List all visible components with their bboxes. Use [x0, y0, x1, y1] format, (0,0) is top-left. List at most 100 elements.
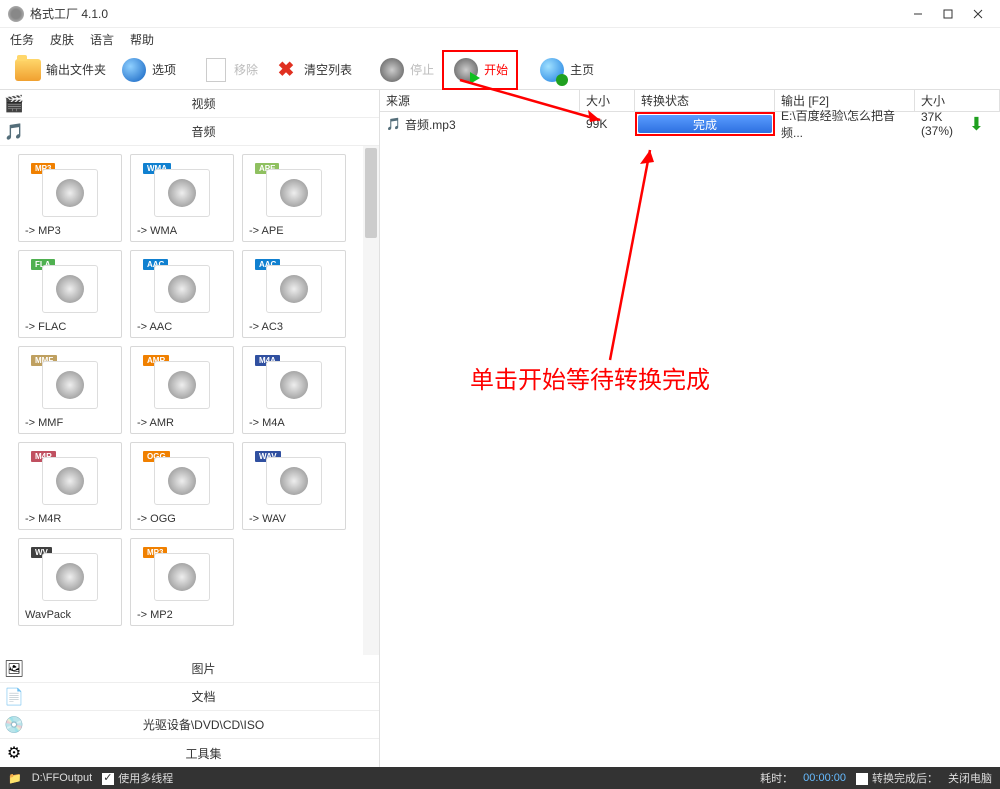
format-icon: [154, 553, 210, 601]
format-amr[interactable]: AMR-> AMR: [130, 346, 234, 434]
after-convert-value[interactable]: 关闭电脑: [948, 770, 992, 786]
format-label: -> M4R: [23, 513, 117, 525]
category-document-label: 文档: [28, 688, 379, 705]
format-ape[interactable]: APE-> APE: [242, 154, 346, 242]
app-icon: [8, 6, 24, 22]
format-icon: [154, 169, 210, 217]
format-label: -> AAC: [135, 321, 229, 333]
options-icon: [120, 56, 148, 84]
format-wma[interactable]: WMA-> WMA: [130, 154, 234, 242]
output-folder-button[interactable]: 输出文件夹: [8, 54, 112, 86]
folder-icon: [14, 56, 42, 84]
annotation-text: 单击开始等待转换完成: [470, 360, 710, 395]
format-icon: [266, 265, 322, 313]
row-rsize: 37K (37%): [921, 110, 965, 138]
category-image-label: 图片: [28, 660, 379, 677]
format-label: -> WMA: [135, 225, 229, 237]
elapsed-value: 00:00:00: [803, 772, 846, 784]
format-icon: [42, 169, 98, 217]
stop-button[interactable]: 停止: [372, 54, 440, 86]
title-bar: 格式工厂 4.1.0: [0, 0, 1000, 28]
category-document[interactable]: 📄 文档: [0, 683, 379, 711]
format-icon: [266, 169, 322, 217]
audio-icon: 🎵: [0, 122, 28, 142]
disc-icon: 💿: [0, 715, 28, 735]
category-audio[interactable]: 🎵 音频: [0, 118, 379, 146]
clear-list-button[interactable]: ✖ 清空列表: [266, 54, 358, 86]
options-label: 选项: [152, 61, 176, 78]
stop-label: 停止: [410, 61, 434, 78]
format-icon: [266, 457, 322, 505]
format-flac[interactable]: FLA-> FLAC: [18, 250, 122, 338]
format-icon: [154, 457, 210, 505]
home-label: 主页: [570, 61, 594, 78]
format-icon: [154, 361, 210, 409]
remove-label: 移除: [234, 61, 258, 78]
format-wavpack[interactable]: WVWavPack: [18, 538, 122, 626]
multithread-checkbox[interactable]: ✓使用多线程: [102, 770, 173, 786]
format-label: -> M4A: [247, 417, 341, 429]
category-image[interactable]: 🖼 图片: [0, 655, 379, 683]
format-ogg[interactable]: OGG-> OGG: [130, 442, 234, 530]
output-path[interactable]: D:\FFOutput: [32, 772, 93, 784]
format-label: -> MP3: [23, 225, 117, 237]
category-video[interactable]: 🎬 视频: [0, 90, 379, 118]
format-m4a[interactable]: M4A-> M4A: [242, 346, 346, 434]
video-icon: 🎬: [0, 94, 28, 114]
format-grid-container: MP3-> MP3WMA-> WMAAPE-> APEFLA-> FLACAAC…: [0, 146, 379, 655]
scrollbar[interactable]: [363, 146, 379, 655]
category-tools[interactable]: ⚙ 工具集: [0, 739, 379, 767]
scrollbar-thumb[interactable]: [365, 148, 377, 238]
format-mp2[interactable]: MP3-> MP2: [130, 538, 234, 626]
down-arrow-icon: ⬇: [969, 114, 984, 135]
annotation-arrow-2: [610, 150, 670, 380]
menu-skin[interactable]: 皮肤: [50, 31, 74, 48]
tools-icon: ⚙: [0, 743, 28, 763]
document-icon: 📄: [0, 687, 28, 707]
options-button[interactable]: 选项: [114, 54, 182, 86]
format-label: -> OGG: [135, 513, 229, 525]
menu-task[interactable]: 任务: [10, 31, 34, 48]
category-tools-label: 工具集: [28, 745, 379, 762]
format-icon: [266, 361, 322, 409]
file-icon: 🎵: [386, 117, 401, 131]
format-wav[interactable]: WAV-> WAV: [242, 442, 346, 530]
window-title: 格式工厂 4.1.0: [30, 5, 904, 22]
format-icon: [154, 265, 210, 313]
format-label: -> APE: [247, 225, 341, 237]
format-label: WavPack: [23, 609, 117, 621]
format-label: -> WAV: [247, 513, 341, 525]
row-output: E:\百度经验\怎么把音频...: [781, 107, 909, 141]
category-video-label: 视频: [28, 95, 379, 112]
format-ac3[interactable]: AAC-> AC3: [242, 250, 346, 338]
clear-list-label: 清空列表: [304, 61, 352, 78]
format-m4r[interactable]: M4R-> M4R: [18, 442, 122, 530]
stop-icon: [378, 56, 406, 84]
content-area: 🎬 视频 🎵 音频 MP3-> MP3WMA-> WMAAPE-> APE FLA…: [0, 90, 1000, 767]
menu-language[interactable]: 语言: [90, 31, 114, 48]
menu-bar: 任务 皮肤 语言 帮助: [0, 28, 1000, 50]
sidebar: 🎬 视频 🎵 音频 MP3-> MP3WMA-> WMAAPE-> APE FLA…: [0, 90, 380, 767]
category-disc[interactable]: 💿 光驱设备\DVD\CD\ISO: [0, 711, 379, 739]
format-aac[interactable]: AAC-> AAC: [130, 250, 234, 338]
after-convert-checkbox[interactable]: 转换完成后：: [856, 770, 938, 786]
format-label: -> MMF: [23, 417, 117, 429]
start-label: 开始: [484, 61, 508, 78]
format-label: -> FLAC: [23, 321, 117, 333]
menu-help[interactable]: 帮助: [130, 31, 154, 48]
minimize-button[interactable]: [904, 4, 932, 24]
remove-button[interactable]: 移除: [196, 54, 264, 86]
category-audio-label: 音频: [28, 123, 379, 140]
folder-icon-small: 📁: [8, 772, 22, 785]
format-mmf[interactable]: MMF-> MMF: [18, 346, 122, 434]
format-mp3[interactable]: MP3-> MP3: [18, 154, 122, 242]
status-bar: 📁 D:\FFOutput ✓使用多线程 耗时： 00:00:00 转换完成后：…: [0, 767, 1000, 789]
format-icon: [42, 457, 98, 505]
maximize-button[interactable]: [934, 4, 962, 24]
remove-icon: [202, 56, 230, 84]
output-folder-label: 输出文件夹: [46, 61, 106, 78]
format-label: -> AC3: [247, 321, 341, 333]
close-button[interactable]: [964, 4, 992, 24]
elapsed-label: 耗时：: [760, 770, 793, 786]
image-icon: 🖼: [0, 659, 28, 679]
